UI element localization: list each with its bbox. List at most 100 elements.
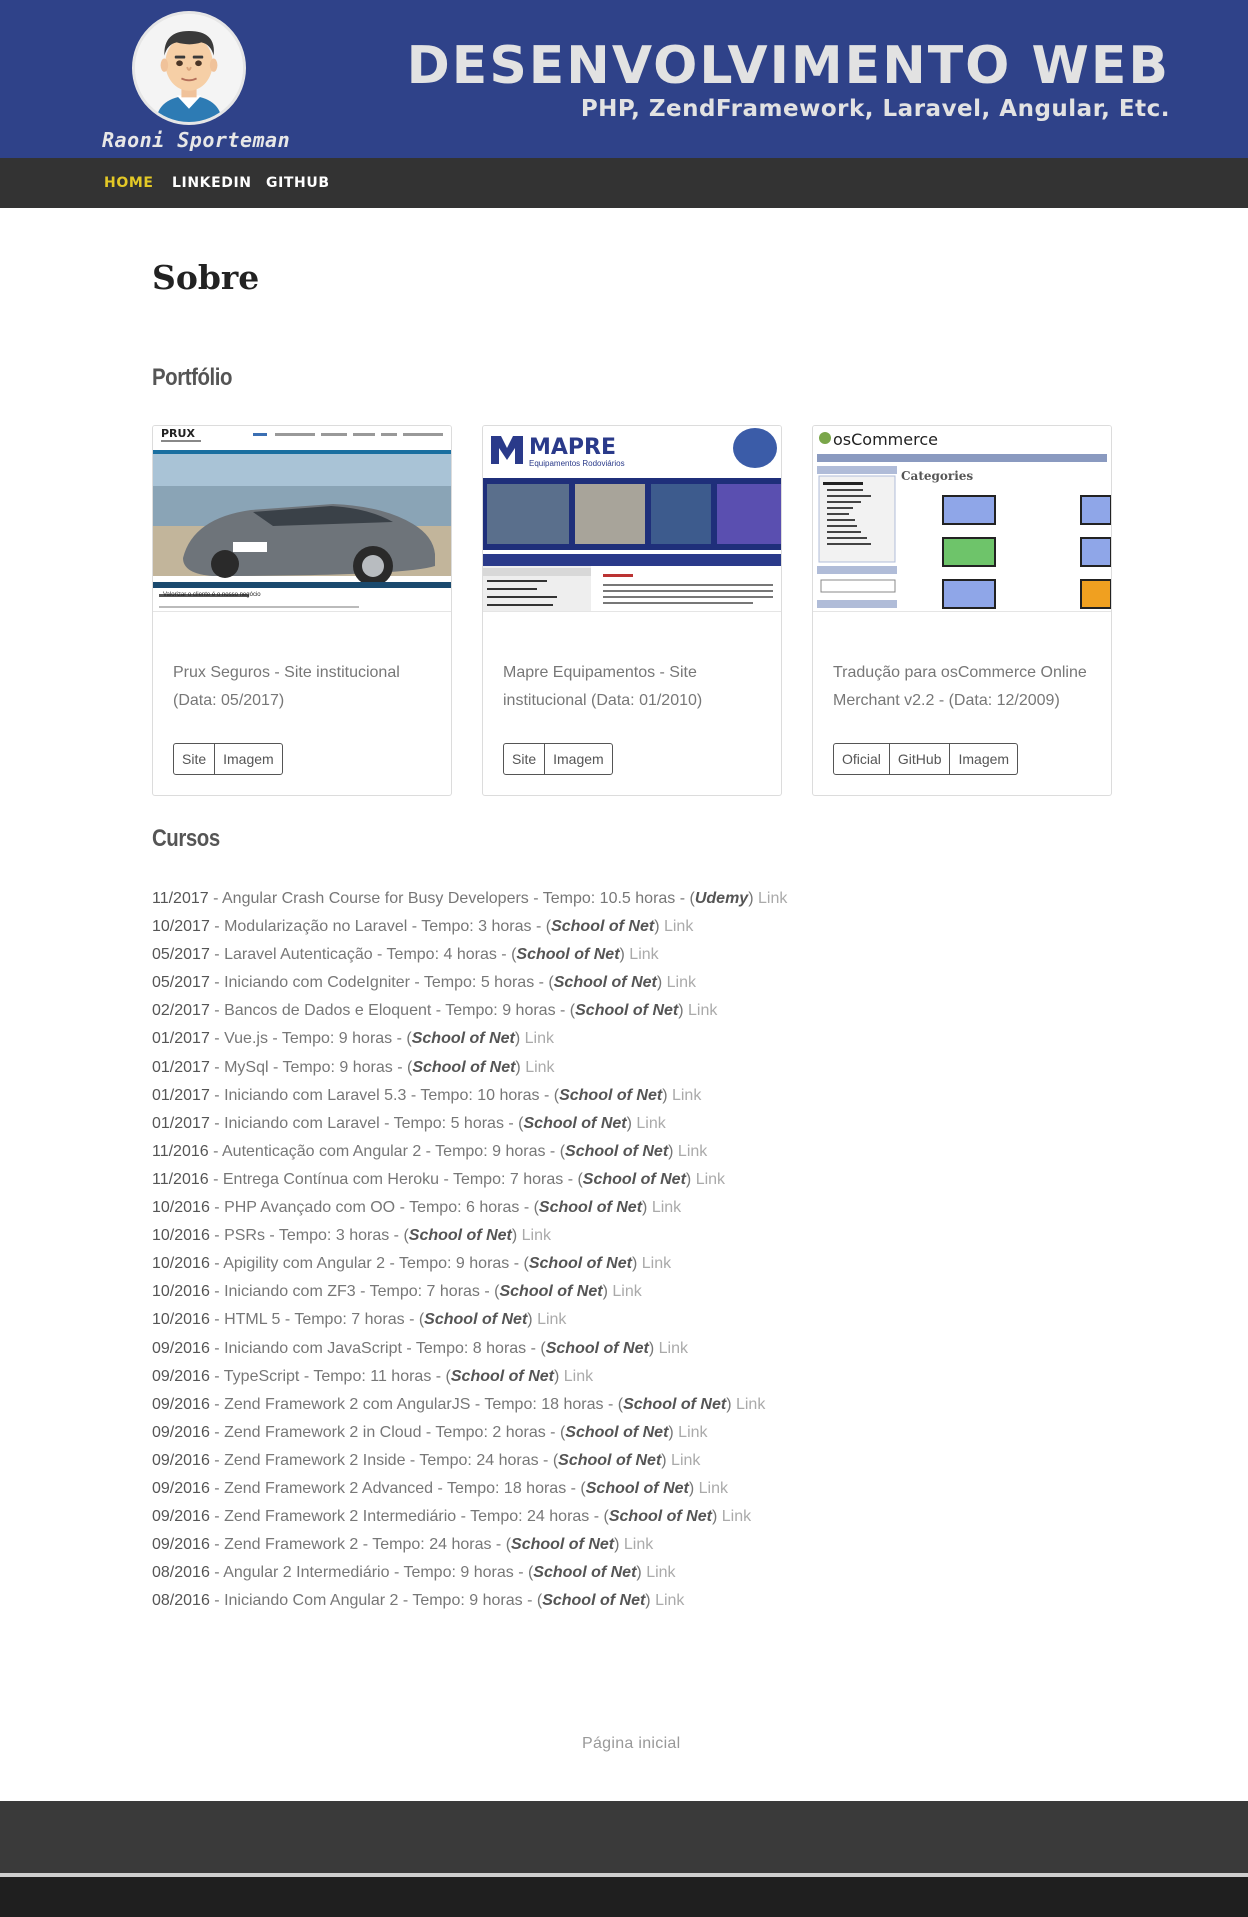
image-button[interactable]: Imagem bbox=[949, 743, 1019, 775]
course-link[interactable]: Link bbox=[646, 1564, 675, 1581]
course-item: 09/2016 - Zend Framework 2 Intermediário… bbox=[152, 1508, 752, 1526]
course-link[interactable]: Link bbox=[699, 1480, 728, 1497]
categories-heading: Categories bbox=[901, 469, 973, 483]
course-hours-unit: horas bbox=[491, 918, 532, 936]
course-link[interactable]: Link bbox=[655, 1592, 684, 1609]
course-date: 09/2016 bbox=[152, 1479, 210, 1497]
course-hours-unit: horas bbox=[494, 974, 535, 992]
course-date: 09/2016 bbox=[152, 1339, 210, 1357]
course-hours: 10.5 bbox=[599, 890, 631, 907]
course-title: Iniciando com CodeIgniter bbox=[224, 974, 410, 992]
course-link[interactable]: Link bbox=[522, 1227, 551, 1244]
course-hours: 9 bbox=[338, 1030, 348, 1048]
official-button[interactable]: Oficial bbox=[833, 743, 890, 775]
course-item: 09/2016 - Zend Framework 2 - Tempo: 24 h… bbox=[152, 1536, 654, 1554]
course-link[interactable]: Link bbox=[659, 1340, 688, 1357]
image-button[interactable]: Imagem bbox=[544, 743, 613, 775]
course-item: 01/2017 - Iniciando com Laravel 5.3 - Te… bbox=[152, 1086, 702, 1104]
course-date: 05/2017 bbox=[152, 974, 210, 992]
course-hours-unit: horas bbox=[473, 1564, 514, 1582]
course-date: 02/2017 bbox=[152, 1002, 210, 1020]
course-title: Apigility com Angular 2 bbox=[223, 1255, 386, 1273]
course-link[interactable]: Link bbox=[664, 918, 693, 935]
course-school: School of Net bbox=[565, 1423, 669, 1441]
course-time-label: Tempo: bbox=[445, 1002, 498, 1020]
course-time-label: Tempo: bbox=[409, 1199, 462, 1217]
github-button[interactable]: GitHub bbox=[888, 743, 951, 775]
course-link[interactable]: Link bbox=[652, 1199, 681, 1216]
portfolio-thumbnail-mapre[interactable]: MAPRE Equipamentos Rodoviários bbox=[483, 426, 781, 612]
course-link[interactable]: Link bbox=[525, 1059, 554, 1076]
site-footer bbox=[0, 1801, 1248, 1917]
course-time-label: Tempo: bbox=[415, 1339, 469, 1357]
course-link[interactable]: Link bbox=[671, 1452, 700, 1469]
course-time-label: Tempo: bbox=[447, 1479, 500, 1497]
course-hours-unit: horas bbox=[469, 1255, 510, 1273]
nav-item-linkedin[interactable]: LINKEDIN bbox=[172, 175, 252, 191]
site-button[interactable]: Site bbox=[503, 743, 546, 775]
portfolio-card-prux: PRUX Valorizar o cliente é o nosso negóc… bbox=[152, 425, 452, 796]
course-link[interactable]: Link bbox=[642, 1255, 671, 1272]
course-time-label: Tempo: bbox=[372, 1536, 425, 1554]
course-time-label: Tempo: bbox=[484, 1395, 537, 1413]
course-item: 01/2017 - MySql - Tempo: 9 horas - (Scho… bbox=[152, 1058, 555, 1076]
course-hours: 24 bbox=[476, 1451, 495, 1469]
course-link[interactable]: Link bbox=[736, 1396, 765, 1413]
course-link[interactable]: Link bbox=[564, 1368, 593, 1385]
course-time-label: Tempo: bbox=[470, 1508, 523, 1526]
nav-item-github[interactable]: GITHUB bbox=[266, 175, 330, 191]
site-header: Raoni Sporteman DESENVOLVIMENTO WEB PHP,… bbox=[0, 0, 1248, 158]
course-title: Zend Framework 2 Inside bbox=[224, 1451, 406, 1469]
course-hours: 10 bbox=[477, 1086, 496, 1104]
course-school: School of Net bbox=[528, 1255, 632, 1273]
course-title: Iniciando com JavaScript bbox=[224, 1339, 402, 1357]
course-date: 08/2016 bbox=[152, 1592, 210, 1610]
course-link[interactable]: Link bbox=[612, 1283, 641, 1300]
portfolio-thumbnail-prux[interactable]: PRUX Valorizar o cliente é o nosso negóc… bbox=[153, 426, 451, 612]
course-link[interactable]: Link bbox=[696, 1171, 725, 1188]
course-link[interactable]: Link bbox=[678, 1143, 707, 1160]
author-name: Raoni Sporteman bbox=[102, 128, 291, 152]
portfolio-card-oscommerce: osCommerce Categories Tradução para osCo… bbox=[812, 425, 1112, 796]
course-date: 09/2016 bbox=[152, 1395, 210, 1413]
site-button[interactable]: Site bbox=[173, 743, 216, 775]
site-title[interactable]: DESENVOLVIMENTO WEB bbox=[407, 36, 1170, 96]
course-link[interactable]: Link bbox=[537, 1311, 566, 1328]
course-link[interactable]: Link bbox=[722, 1508, 751, 1525]
course-school: School of Net bbox=[608, 1508, 712, 1526]
course-time-label: Tempo: bbox=[423, 974, 477, 992]
course-time-label: Tempo: bbox=[281, 1030, 335, 1048]
nav-item-home[interactable]: HOME bbox=[104, 175, 154, 191]
course-title: Iniciando Com Angular 2 bbox=[224, 1592, 399, 1610]
course-school: School of Net bbox=[424, 1311, 528, 1329]
course-link[interactable]: Link bbox=[667, 974, 696, 991]
course-title: Zend Framework 2 Intermediário bbox=[224, 1508, 457, 1526]
course-hours: 9 bbox=[469, 1592, 479, 1610]
course-link[interactable]: Link bbox=[672, 1087, 701, 1104]
course-item: 05/2017 - Laravel Autenticação - Tempo: … bbox=[152, 946, 659, 964]
course-item: 09/2016 - Zend Framework 2 in Cloud - Te… bbox=[152, 1423, 708, 1441]
footer-bottom-bar bbox=[0, 1877, 1248, 1917]
course-date: 10/2017 bbox=[152, 918, 210, 936]
course-date: 10/2016 bbox=[152, 1227, 210, 1245]
course-link[interactable]: Link bbox=[629, 946, 658, 963]
portfolio-thumbnail-oscommerce[interactable]: osCommerce Categories bbox=[813, 426, 1111, 612]
mapre-screenshot: MAPRE Equipamentos Rodoviários bbox=[483, 426, 781, 611]
course-link[interactable]: Link bbox=[525, 1030, 554, 1047]
course-hours-unit: horas bbox=[391, 1367, 432, 1385]
course-link[interactable]: Link bbox=[636, 1115, 665, 1132]
course-item: 09/2016 - Zend Framework 2 Inside - Temp… bbox=[152, 1451, 701, 1469]
course-item: 10/2016 - HTML 5 - Tempo: 7 horas - (Sch… bbox=[152, 1311, 567, 1329]
course-item: 08/2016 - Iniciando Com Angular 2 - Temp… bbox=[152, 1592, 685, 1610]
course-date: 01/2017 bbox=[152, 1086, 210, 1104]
course-school: School of Net bbox=[559, 1086, 663, 1104]
image-button[interactable]: Imagem bbox=[214, 743, 283, 775]
prux-screenshot: PRUX Valorizar o cliente é o nosso negóc… bbox=[153, 426, 451, 611]
course-link[interactable]: Link bbox=[688, 1002, 717, 1019]
author-avatar[interactable] bbox=[132, 11, 246, 125]
course-link[interactable]: Link bbox=[624, 1536, 653, 1553]
course-link[interactable]: Link bbox=[758, 890, 787, 907]
course-link[interactable]: Link bbox=[678, 1424, 707, 1441]
course-date: 01/2017 bbox=[152, 1058, 210, 1076]
home-link[interactable]: Página inicial bbox=[582, 1735, 680, 1753]
